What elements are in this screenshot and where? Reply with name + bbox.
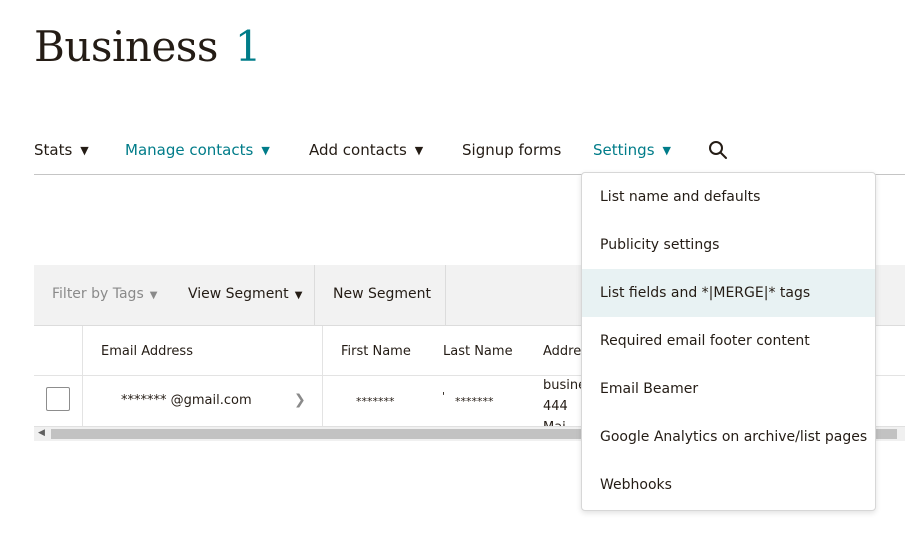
nav-stats[interactable]: Stats ▼ — [34, 140, 89, 162]
page-title: Business 1 — [34, 22, 262, 71]
scroll-left-arrow-icon[interactable]: ◀ — [38, 428, 45, 438]
menu-item-webhooks[interactable]: Webhooks — [582, 461, 875, 509]
list-nav: Stats ▼ Manage contacts ▼ Add contacts ▼ Si… — [0, 136, 905, 166]
nav-add-contacts[interactable]: Add contacts ▼ — [309, 140, 423, 162]
menu-item-required-email-footer-content[interactable]: Required email footer content — [582, 317, 875, 365]
cell-last-name-mark: ' — [442, 390, 446, 403]
chevron-down-icon: ▼ — [662, 144, 671, 157]
list-count: 1 — [234, 22, 262, 71]
toolbar-divider — [314, 265, 315, 325]
menu-item-list-fields-and-merge-tags[interactable]: List fields and *|MERGE|* tags — [582, 269, 875, 317]
cell-first-name: ******* — [356, 395, 395, 408]
nav-add-contacts-label: Add contacts — [309, 141, 407, 159]
new-segment-button[interactable]: New Segment — [333, 286, 431, 302]
filter-by-tags-label: Filter by Tags — [52, 286, 144, 302]
chevron-down-icon: ▼ — [261, 144, 270, 157]
nav-settings-label: Settings — [593, 141, 655, 159]
menu-item-google-analytics[interactable]: Google Analytics on archive/list pages — [582, 413, 875, 461]
nav-signup-forms[interactable]: Signup forms — [462, 140, 561, 160]
menu-item-publicity-settings[interactable]: Publicity settings — [582, 221, 875, 269]
chevron-right-icon[interactable]: ❯ — [294, 392, 306, 408]
cell-email[interactable]: ******* @gmail.com — [121, 393, 252, 408]
header-first-name[interactable]: First Name — [341, 344, 411, 359]
search-icon[interactable] — [708, 140, 728, 160]
chevron-down-icon: ▼ — [414, 144, 424, 157]
header-email-address[interactable]: Email Address — [101, 344, 193, 359]
cell-address-line-1: busine — [543, 378, 587, 393]
nav-stats-label: Stats — [34, 141, 73, 159]
menu-item-list-name-and-defaults[interactable]: List name and defaults — [582, 173, 875, 221]
column-divider — [322, 326, 323, 426]
nav-signup-forms-label: Signup forms — [462, 141, 562, 159]
nav-manage-contacts-label: Manage contacts — [125, 141, 254, 159]
column-divider — [82, 326, 83, 426]
chevron-down-icon: ▼ — [80, 144, 89, 157]
menu-item-email-beamer[interactable]: Email Beamer — [582, 365, 875, 413]
row-select-checkbox[interactable] — [46, 387, 70, 411]
toolbar-divider — [445, 265, 446, 325]
nav-settings[interactable]: Settings ▼ — [593, 140, 671, 162]
header-last-name[interactable]: Last Name — [443, 344, 513, 359]
cell-last-name: ******* — [455, 395, 494, 408]
settings-dropdown-menu: List name and defaults Publicity setting… — [581, 172, 876, 511]
chevron-down-icon: ▼ — [149, 290, 158, 301]
chevron-down-icon: ▼ — [294, 290, 303, 301]
cell-address-line-2: 444 — [543, 399, 568, 414]
header-address[interactable]: Addre — [543, 344, 581, 359]
new-segment-label: New Segment — [333, 286, 431, 302]
list-name: Business — [34, 22, 218, 71]
filter-by-tags-dropdown[interactable]: Filter by Tags ▼ — [52, 286, 157, 302]
nav-manage-contacts[interactable]: Manage contacts ▼ — [125, 140, 270, 162]
view-segment-label: View Segment — [188, 286, 289, 302]
view-segment-dropdown[interactable]: View Segment ▼ — [188, 286, 302, 302]
